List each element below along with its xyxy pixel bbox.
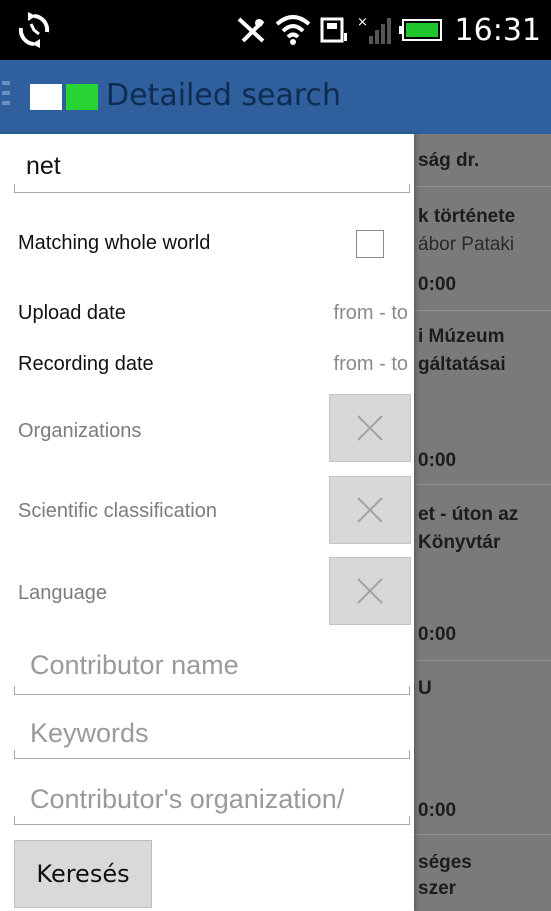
matching-whole-world-label: Matching whole world xyxy=(18,232,211,254)
list-item: et - úton az xyxy=(418,504,519,525)
list-item: séges xyxy=(418,852,472,873)
drawer-indicator-icon[interactable] xyxy=(2,81,12,113)
contributor-name-underline xyxy=(14,686,410,695)
language-clear-button[interactable] xyxy=(329,557,411,625)
list-item: szer xyxy=(418,878,457,899)
wifi-icon xyxy=(275,15,310,45)
list-item: 0:00 xyxy=(418,450,457,471)
keywords-placeholder: Keywords xyxy=(30,718,149,748)
clock: 16:31 xyxy=(454,12,541,48)
upload-date-value[interactable]: from - to xyxy=(334,302,408,325)
list-item: gáltatásai xyxy=(418,354,506,375)
search-input-value: net xyxy=(26,152,61,180)
sync-icon xyxy=(18,12,50,48)
scientific-classification-clear-button[interactable] xyxy=(329,476,411,544)
list-item: Könyvtár xyxy=(418,532,501,553)
vibrate-icon xyxy=(237,17,264,43)
keywords-underline xyxy=(14,750,410,759)
close-icon xyxy=(357,578,383,604)
list-item: k története xyxy=(418,206,516,227)
search-input-underline xyxy=(14,184,410,193)
recording-date-value[interactable]: from - to xyxy=(334,353,408,376)
upload-date-label: Upload date xyxy=(18,302,126,324)
list-item: 0:00 xyxy=(418,800,457,821)
language-label[interactable]: Language xyxy=(18,582,107,605)
list-item: U xyxy=(418,678,432,699)
list-item: i Múzeum xyxy=(418,326,505,347)
list-item: 0:00 xyxy=(418,624,457,645)
organizations-clear-button[interactable] xyxy=(329,394,411,462)
contributor-name-placeholder: Contributor name xyxy=(30,650,239,680)
contributor-organization-underline xyxy=(14,816,410,825)
search-button[interactable]: Keresés xyxy=(14,840,152,908)
detailed-search-drawer: net Matching whole world Upload date fro… xyxy=(0,134,414,911)
battery-icon xyxy=(398,19,442,41)
list-item: ság dr. xyxy=(418,150,480,171)
signal-icon: × xyxy=(357,15,391,44)
matching-whole-world-checkbox[interactable] xyxy=(356,230,384,258)
close-icon xyxy=(357,415,383,441)
status-bar: × 16:31 xyxy=(0,0,551,60)
organizations-label[interactable]: Organizations xyxy=(18,420,141,443)
close-icon xyxy=(357,497,383,523)
sd-card-icon xyxy=(320,17,347,43)
scientific-classification-label[interactable]: Scientific classification xyxy=(18,500,217,523)
app-logo[interactable] xyxy=(30,84,98,110)
contributor-organization-placeholder: Contributor's organization/ xyxy=(30,784,345,814)
svg-text:×: × xyxy=(357,15,368,30)
action-bar: Detailed search xyxy=(0,60,551,134)
list-item: ábor Pataki xyxy=(418,234,515,255)
recording-date-label: Recording date xyxy=(18,353,154,375)
list-item: 0:00 xyxy=(418,274,457,295)
page-title: Detailed search xyxy=(106,78,342,113)
